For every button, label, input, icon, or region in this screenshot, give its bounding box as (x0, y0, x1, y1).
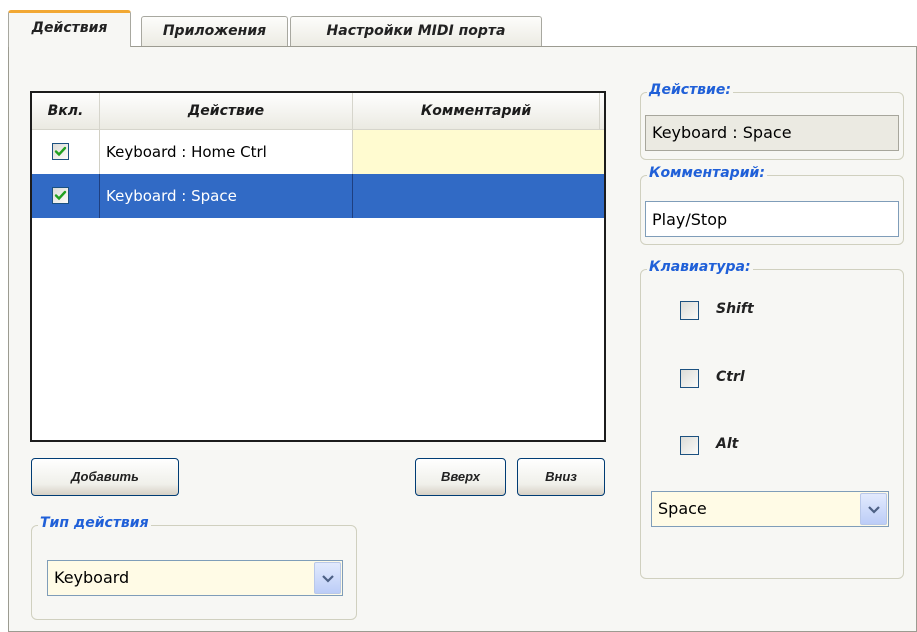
column-header-comment[interactable]: Комментарий (353, 93, 600, 129)
tab-actions-label: Действия (31, 20, 108, 36)
move-down-button[interactable]: Вниз (517, 458, 605, 496)
shift-checkbox[interactable] (680, 301, 699, 320)
alt-label: Alt (716, 436, 739, 452)
action-title: Действие: (647, 82, 733, 98)
chevron-down-icon (868, 506, 880, 514)
checkmark-icon (54, 190, 67, 201)
tab-applications-label: Приложения (162, 23, 267, 39)
key-select[interactable]: Space (651, 491, 889, 527)
key-value: Space (658, 499, 707, 518)
tab-midi-settings-label: Настройки MIDI порта (326, 23, 506, 39)
comment-input[interactable] (645, 201, 899, 237)
enabled-checkbox[interactable] (52, 143, 69, 160)
enabled-checkbox[interactable] (52, 187, 69, 204)
comment-cell (353, 174, 604, 218)
action-display-field: Keyboard : Space (645, 115, 899, 151)
list-item[interactable]: Keyboard : Home Ctrl (32, 130, 604, 174)
action-type-title: Тип действия (38, 515, 151, 531)
enabled-cell (32, 174, 100, 218)
keyboard-title: Клавиатура: (647, 259, 753, 275)
shift-label: Shift (716, 301, 754, 317)
ctrl-label: Ctrl (716, 369, 745, 385)
actions-list[interactable]: Вкл. Действие Комментарий Keyboard : Hom… (30, 91, 606, 442)
list-header: Вкл. Действие Комментарий (32, 93, 604, 130)
action-type-value: Keyboard (54, 568, 130, 587)
add-button[interactable]: Добавить (31, 458, 179, 496)
ctrl-checkbox[interactable] (680, 369, 699, 388)
enabled-cell (32, 130, 100, 174)
action-type-dropdown-button[interactable] (314, 562, 341, 594)
column-header-enabled[interactable]: Вкл. (32, 93, 100, 129)
checkmark-icon (54, 146, 67, 157)
tab-midi-settings[interactable]: Настройки MIDI порта (290, 16, 542, 46)
tab-applications[interactable]: Приложения (141, 16, 288, 46)
alt-checkbox[interactable] (680, 436, 699, 455)
list-item[interactable]: Keyboard : Space (32, 174, 604, 218)
move-up-button[interactable]: Вверх (415, 458, 506, 496)
action-type-select[interactable]: Keyboard (47, 560, 343, 596)
comment-title: Комментарий: (647, 165, 767, 181)
action-cell: Keyboard : Home Ctrl (100, 130, 353, 174)
comment-cell (353, 130, 604, 174)
action-cell: Keyboard : Space (100, 174, 353, 218)
column-header-action[interactable]: Действие (100, 93, 353, 129)
tab-actions[interactable]: Действия (8, 10, 131, 47)
key-dropdown-button[interactable] (860, 493, 887, 525)
chevron-down-icon (322, 575, 334, 583)
